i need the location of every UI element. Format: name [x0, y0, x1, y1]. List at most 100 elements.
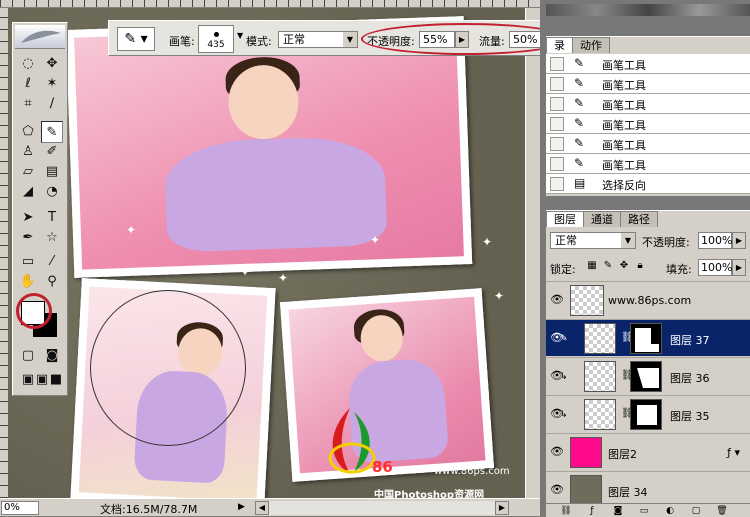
history-brush-source-box[interactable]	[550, 157, 564, 171]
layer-row[interactable]: 👁︎ ↳ ⛓ 图层 36	[546, 357, 750, 394]
history-brush-source-box[interactable]	[550, 117, 564, 131]
crop-tool-icon[interactable]: ⌗	[17, 93, 39, 115]
tab-channels[interactable]: 通道	[583, 211, 621, 227]
history-brush-source-box[interactable]	[550, 177, 564, 191]
brush-icon: ✎	[574, 56, 585, 70]
history-brush-tool-icon[interactable]: ✐	[41, 141, 63, 163]
new-layer-icon[interactable]: ▢	[690, 505, 702, 517]
adjustment-layer-icon[interactable]: ◐	[664, 505, 676, 517]
tab-layers[interactable]: 图层	[546, 211, 584, 227]
history-item[interactable]: ✎ 画笔工具	[546, 154, 750, 174]
eye-icon[interactable]: 👁︎	[549, 483, 565, 497]
lasso-tool-icon[interactable]: ℓ	[17, 73, 39, 95]
clone-stamp-tool-icon[interactable]: ♙	[17, 141, 39, 163]
screen-mode-full-icon[interactable]: ■	[45, 369, 67, 391]
sparkle-icon: ✦	[482, 235, 493, 249]
brush-picker-arrow-icon[interactable]: ▼	[237, 31, 243, 40]
slice-tool-icon[interactable]: ∕	[41, 93, 63, 115]
status-menu-arrow-icon[interactable]: ▶	[238, 502, 245, 512]
horizontal-ruler	[0, 0, 540, 8]
layer-fill-arrow-icon[interactable]: ▶	[732, 259, 746, 276]
trash-icon[interactable]: 🗑︎	[716, 505, 728, 517]
brush-picker[interactable]: 435	[198, 25, 234, 53]
layer-name: 图层 34	[608, 486, 648, 499]
red-highlight-circle	[16, 293, 52, 329]
tab-actions[interactable]: 动作	[572, 37, 610, 53]
layer-row[interactable]: 👁︎ 图层2 ƒ ▾	[546, 433, 750, 470]
layer-thumbnail	[570, 437, 602, 468]
notes-tool-icon[interactable]: ▭	[17, 251, 39, 273]
marquee-tool-icon[interactable]: ◌	[17, 53, 39, 75]
toolbox-header[interactable]	[15, 25, 65, 49]
standard-mode-icon[interactable]: ▢	[17, 345, 39, 367]
link-layers-icon[interactable]: ⛓	[560, 505, 572, 517]
layer-style-icon[interactable]: ƒ ▾	[727, 446, 740, 459]
history-brush-source-box[interactable]	[550, 57, 564, 71]
eye-icon[interactable]: 👁︎	[549, 293, 565, 307]
tab-paths[interactable]: 路径	[620, 211, 658, 227]
zoom-tool-icon[interactable]: ⚲	[41, 271, 63, 293]
eraser-tool-icon[interactable]: ▱	[17, 161, 39, 183]
history-brush-source-box[interactable]	[550, 77, 564, 91]
history-item[interactable]: ✎ 画笔工具	[546, 74, 750, 94]
watermark-logo-text: 86	[372, 458, 393, 476]
document-canvas[interactable]: ✦ ✦ ✦ ✦ ✦ ✦ 86 www.86ps.com 中国Photoshop资…	[8, 8, 540, 510]
history-item-label: 画笔工具	[602, 139, 646, 152]
chevron-down-icon[interactable]: ▼	[621, 233, 635, 248]
layer-row[interactable]: 👁︎ ↳ ⛓ 图层 35	[546, 395, 750, 432]
quick-mask-mode-icon[interactable]: ◙	[41, 345, 63, 367]
layer-fill-input[interactable]: 100%	[698, 259, 732, 276]
eyedropper-tool-icon[interactable]: ⁄	[41, 251, 63, 273]
chevron-down-icon[interactable]: ▼	[343, 32, 357, 47]
tab-history[interactable]: 录	[546, 37, 573, 53]
vertical-scrollbar[interactable]	[525, 8, 540, 498]
brush-tip-icon	[214, 32, 219, 37]
hand-tool-icon[interactable]: ✋	[17, 271, 39, 293]
history-brush-source-box[interactable]	[550, 97, 564, 111]
layer-mask-thumbnail	[630, 323, 662, 354]
zoom-field[interactable]: 0%	[1, 501, 39, 515]
magic-wand-tool-icon[interactable]: ✶	[41, 73, 63, 95]
history-item[interactable]: ✎ 画笔工具	[546, 94, 750, 114]
pen-tool-icon[interactable]: ✒	[17, 227, 39, 249]
brush-tool-icon[interactable]: ✎	[41, 121, 63, 143]
lock-image-icon[interactable]: ✎	[602, 260, 614, 272]
layer-opacity-input[interactable]: 100%	[698, 232, 732, 249]
shape-tool-icon[interactable]: ☆	[41, 227, 63, 249]
history-item[interactable]: ✎ 画笔工具	[546, 134, 750, 154]
elliptical-selection[interactable]	[90, 290, 246, 446]
gradient-tool-icon[interactable]: ▤	[41, 161, 63, 183]
add-mask-icon[interactable]: ◙	[612, 505, 624, 517]
layer-thumbnail	[584, 361, 616, 392]
eye-icon[interactable]: 👁︎	[549, 445, 565, 459]
history-brush-source-box[interactable]	[550, 137, 564, 151]
blend-mode-select[interactable]: 正常 ▼	[550, 232, 636, 249]
history-item[interactable]: ▤ 选择反向	[546, 174, 750, 194]
dodge-tool-icon[interactable]: ◔	[41, 181, 63, 203]
history-item[interactable]: ✎ 画笔工具	[546, 54, 750, 74]
path-selection-tool-icon[interactable]: ➤	[17, 207, 39, 229]
mode-select[interactable]: 正常 ▼	[278, 31, 358, 48]
lock-position-icon[interactable]: ✥	[618, 260, 630, 272]
scroll-left-button[interactable]: ◀	[255, 501, 269, 515]
blur-tool-icon[interactable]: ◢	[17, 181, 39, 203]
type-tool-icon[interactable]: T	[41, 207, 63, 229]
lock-transparency-icon[interactable]: ▦	[586, 260, 598, 272]
history-item-label: 画笔工具	[602, 59, 646, 72]
layer-row[interactable]: 👁︎ ✎ ⛓ 图层 37	[546, 319, 750, 356]
tool-preset-picker[interactable]: ✎ ▾	[117, 27, 155, 51]
history-item[interactable]: ✎ 画笔工具	[546, 114, 750, 134]
horizontal-scrollbar[interactable]	[269, 501, 495, 515]
healing-brush-tool-icon[interactable]: ⬠	[17, 121, 39, 143]
lock-all-icon[interactable]: 🔒︎	[634, 260, 646, 272]
sparkle-icon: ✦	[278, 271, 289, 285]
new-group-icon[interactable]: ▭	[638, 505, 650, 517]
scroll-right-button[interactable]: ▶	[495, 501, 509, 515]
layer-opacity-arrow-icon[interactable]: ▶	[732, 232, 746, 249]
layer-style-icon[interactable]: ƒ	[586, 505, 598, 517]
layer-thumbnail	[584, 399, 616, 430]
move-tool-icon[interactable]: ✥	[41, 53, 63, 75]
layer-thumbnail	[570, 475, 602, 506]
clipping-arrow-icon: ↳	[560, 410, 568, 420]
layer-row[interactable]: 👁︎ www.86ps.com	[546, 281, 750, 318]
